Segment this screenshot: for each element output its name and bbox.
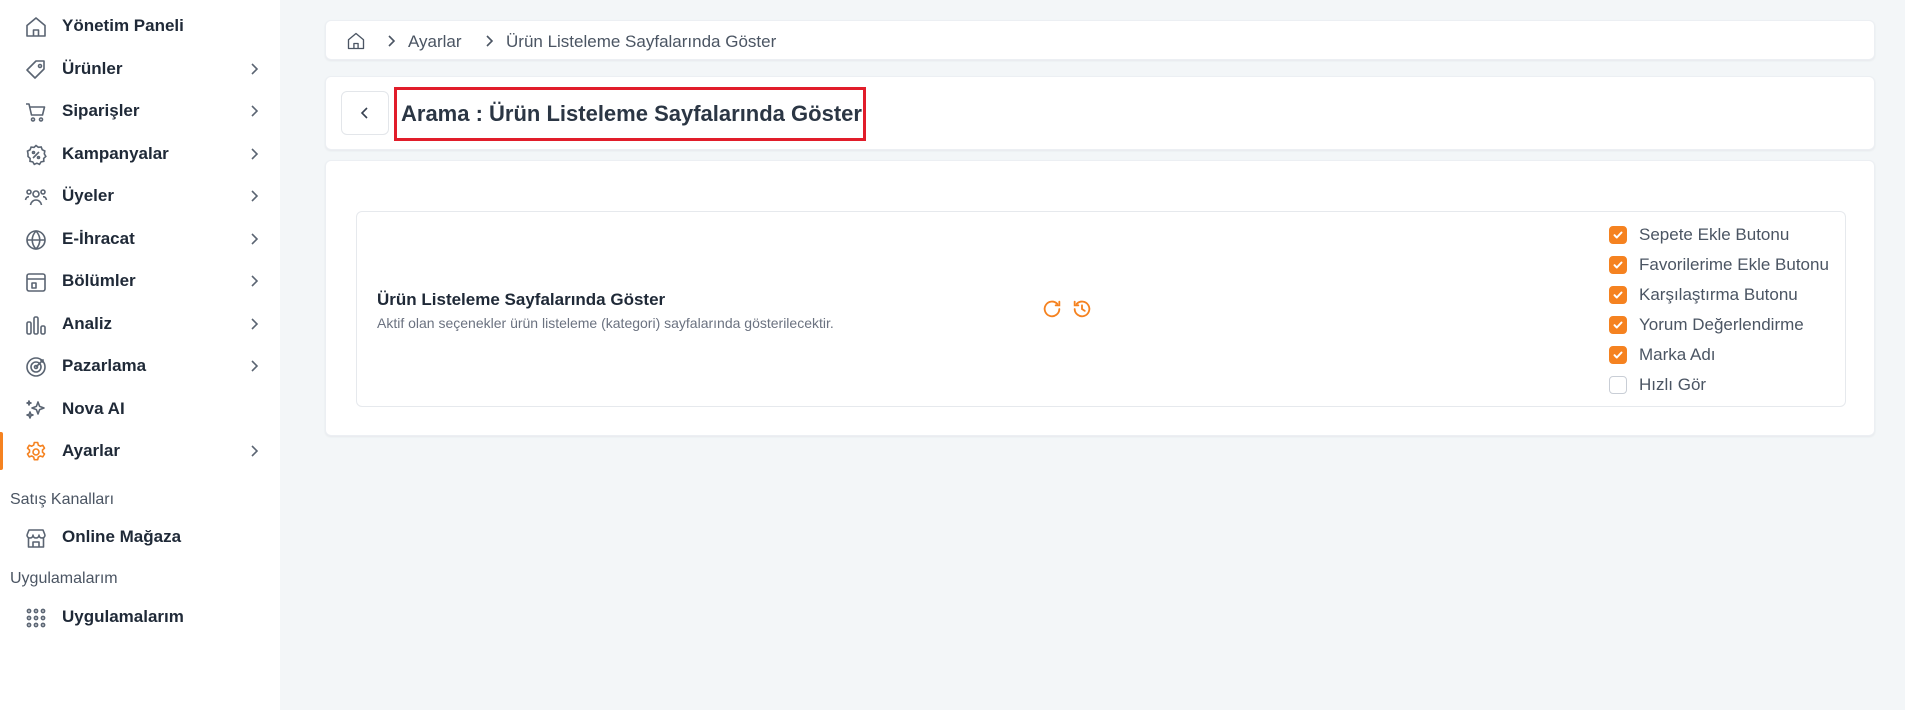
sidebar-item-analytics[interactable]: Analiz [0,303,280,345]
chevron-right-icon [246,358,262,374]
sidebar-item-members[interactable]: Üyeler [0,175,280,217]
checkbox-label: Hızlı Gör [1639,375,1707,394]
checkbox-checked[interactable] [1609,346,1627,364]
chevron-right-icon [246,103,262,119]
sidebar-item-products[interactable]: Ürünler [0,48,280,90]
checkbox-label: Favorilerime Ekle Butonu [1639,255,1829,274]
checkbox-label: Yorum Değerlendirme [1639,315,1804,334]
users-icon [24,185,48,209]
breadcrumb-link-settings[interactable]: Ayarlar [408,32,462,52]
refresh-icon[interactable] [1041,298,1063,320]
setting-description: Aktif olan seçenekler ürün listeleme (ka… [377,315,834,331]
checkbox-unchecked[interactable] [1609,376,1627,394]
sidebar-item-label: Bölümler [62,271,136,290]
history-icon[interactable] [1071,298,1093,320]
setting-title: Ürün Listeleme Sayfalarında Göster [377,290,666,309]
sidebar-item-label: Pazarlama [62,356,147,375]
home-icon[interactable] [346,31,366,51]
sidebar-item-sections[interactable]: Bölümler [0,260,280,302]
chart-bars-icon [24,313,48,337]
sidebar-item-label: E-İhracat [62,229,135,248]
home-icon [24,15,48,39]
checkbox-compare[interactable]: Karşılaştırma Butonu [1609,284,1798,306]
checkbox-label: Sepete Ekle Butonu [1639,225,1790,244]
checkbox-checked[interactable] [1609,226,1627,244]
sidebar-item-online-store[interactable]: Online Mağaza [0,516,280,558]
sidebar-item-label: Yönetim Paneli [62,16,184,35]
breadcrumb: Ayarlar Ürün Listeleme Sayfalarında Göst… [325,20,1875,60]
target-icon [24,355,48,379]
sidebar-item-label: Kampanyalar [62,144,169,163]
sidebar-item-orders[interactable]: Siparişler [0,90,280,132]
sidebar-item-label: Ayarlar [62,441,120,460]
checkbox-add-to-cart[interactable]: Sepete Ekle Butonu [1609,224,1789,246]
discount-icon [24,143,48,167]
sidebar-item-label: Ürünler [62,59,123,78]
sidebar: Yönetim Paneli Ürünler Siparişler Kampan… [0,0,280,710]
cart-icon [24,100,48,124]
sidebar-item-campaigns[interactable]: Kampanyalar [0,133,280,175]
chevron-right-icon [246,61,262,77]
sparkles-icon [24,398,48,422]
page-title: Arama : Ürün Listeleme Sayfalarında Göst… [401,101,862,126]
layout-icon [24,270,48,294]
checkbox-checked[interactable] [1609,286,1627,304]
setting-row: Ürün Listeleme Sayfalarında Göster Aktif… [356,211,1846,407]
sidebar-item-settings[interactable]: Ayarlar [0,430,280,472]
apps-grid-icon [24,606,48,630]
chevron-right-icon [246,316,262,332]
chevron-left-icon [357,105,373,121]
back-button[interactable] [341,91,389,135]
chevron-right-icon [246,443,262,459]
breadcrumb-current: Ürün Listeleme Sayfalarında Göster [506,32,777,51]
checkbox-add-to-favorites[interactable]: Favorilerime Ekle Butonu [1609,254,1829,276]
section-title-sales-channels: Satış Kanalları [10,491,115,508]
checkbox-label: Karşılaştırma Butonu [1639,285,1798,304]
sidebar-item-marketing[interactable]: Pazarlama [0,345,280,387]
store-icon [24,526,48,550]
chevron-right-icon [246,231,262,247]
sidebar-item-apps[interactable]: Uygulamalarım [0,596,280,638]
chevron-right-icon [246,188,262,204]
checkbox-quick-view[interactable]: Hızlı Gör [1609,374,1706,396]
sidebar-item-label: Siparişler [62,101,140,120]
page-header: Arama : Ürün Listeleme Sayfalarında Göst… [325,76,1875,150]
sidebar-item-label: Uygulamalarım [62,607,184,626]
gear-icon [24,440,48,464]
sidebar-item-label: Analiz [62,314,113,333]
checkbox-checked[interactable] [1609,316,1627,334]
sidebar-item-label: Nova AI [62,399,125,418]
chevron-right-icon [246,273,262,289]
sidebar-item-nova-ai[interactable]: Nova AI [0,388,280,430]
chevron-right-icon [246,146,262,162]
chevron-right-icon [481,33,497,49]
tag-icon [24,58,48,82]
checkbox-label: Marka Adı [1639,345,1716,364]
sidebar-item-export[interactable]: E-İhracat [0,218,280,260]
sidebar-item-dashboard[interactable]: Yönetim Paneli [0,5,280,47]
section-title-apps: Uygulamalarım [10,570,118,587]
chevron-right-icon [383,33,399,49]
sidebar-item-label: Üyeler [62,186,114,205]
checkbox-brand-name[interactable]: Marka Adı [1609,344,1716,366]
sidebar-item-label: Online Mağaza [62,527,182,546]
settings-card: Ürün Listeleme Sayfalarında Göster Aktif… [325,160,1875,436]
checkbox-review-rating[interactable]: Yorum Değerlendirme [1609,314,1804,336]
checkbox-checked[interactable] [1609,256,1627,274]
globe-icon [24,228,48,252]
